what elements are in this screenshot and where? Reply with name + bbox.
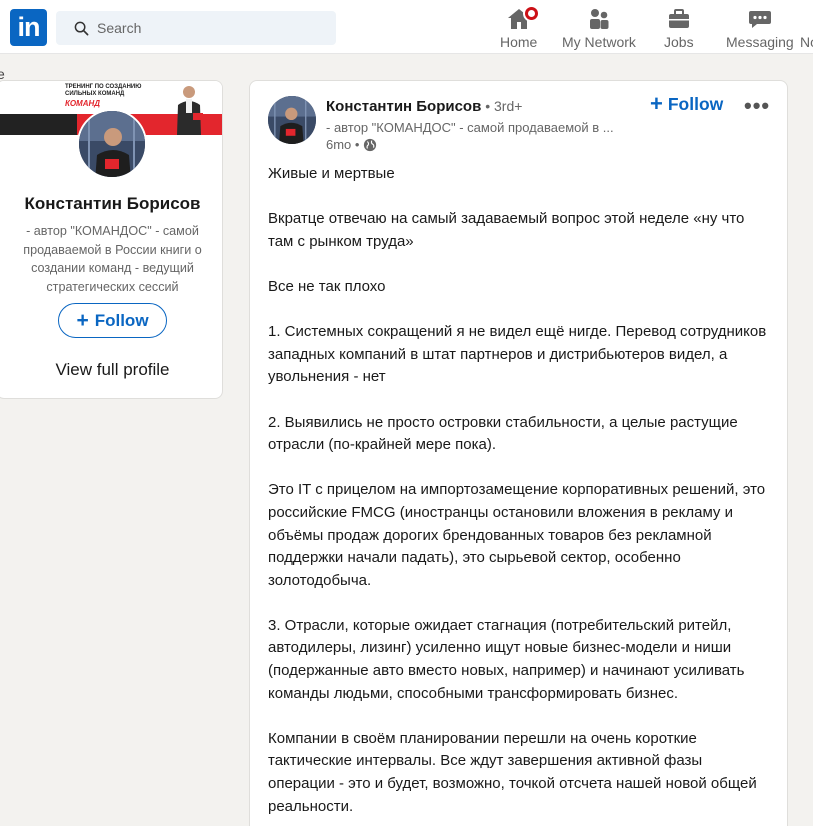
more-options-icon[interactable]: ••• xyxy=(744,93,770,119)
profile-follow-label: Follow xyxy=(94,310,149,330)
nav-my-network[interactable]: My Network xyxy=(562,6,636,52)
post-text: Живые и мертвые Вкратце отвечаю на самый… xyxy=(268,163,773,826)
briefcase-icon xyxy=(668,9,689,28)
post-author-avatar[interactable] xyxy=(268,96,316,144)
post-author-name[interactable]: Константин Борисов xyxy=(326,98,481,115)
feed-post: Константин Борисов • 3rd+ - автор "КОМАН… xyxy=(249,80,788,826)
post-paragraph: Компании в своём планировании перешли на… xyxy=(268,729,757,815)
post-follow-label: Follow xyxy=(667,93,724,114)
cover-person-image xyxy=(177,86,203,135)
post-paragraph: 1. Системных сокращений я не видел ещё н… xyxy=(268,323,767,386)
notification-badge xyxy=(522,5,540,22)
profile-avatar[interactable] xyxy=(77,109,147,179)
nav-jobs[interactable]: Jobs xyxy=(664,6,694,52)
nav-notifications-label: No xyxy=(800,34,813,50)
nav-messaging-label: Messaging xyxy=(726,34,794,50)
search-input[interactable] xyxy=(97,20,317,36)
chat-icon xyxy=(748,11,771,28)
search-icon xyxy=(74,21,89,35)
profile-follow-button[interactable]: + Follow xyxy=(58,303,167,338)
nav-messaging[interactable]: Messaging xyxy=(726,6,794,52)
post-paragraph: 2. Выявились не просто островки стабильн… xyxy=(268,413,738,454)
profile-card: ТРЕНИНГ ПО СОЗДАНИЮ СИЛЬНЫХ КОМАНД КОМАН… xyxy=(0,80,223,399)
plus-icon: + xyxy=(76,309,89,332)
globe-icon xyxy=(364,138,377,151)
nav-home-label: Home xyxy=(500,34,538,50)
post-author-line: Константин Борисов • 3rd+ xyxy=(326,98,522,115)
post-paragraph: Все не так плохо xyxy=(268,277,386,295)
plus-icon: + xyxy=(650,91,663,116)
post-author-headline: - автор "КОМАНДОС" - самой продаваемой в… xyxy=(326,120,614,135)
people-icon xyxy=(589,9,609,29)
post-paragraph: 3. Отрасли, которые ожидает стагнация (п… xyxy=(268,616,745,702)
cover-caption: ТРЕНИНГ ПО СОЗДАНИЮ СИЛЬНЫХ КОМАНД xyxy=(65,84,142,97)
nav-home[interactable]: Home xyxy=(500,5,540,52)
nav-notifications[interactable]: No xyxy=(800,6,813,52)
post-paragraph: Это IT с прицелом на импортозамещение ко… xyxy=(268,481,766,589)
connection-degree: • 3rd+ xyxy=(481,98,523,114)
nav-my-network-label: My Network xyxy=(562,34,636,50)
post-paragraph: Живые и мертвые xyxy=(268,165,395,182)
post-follow-button[interactable]: + Follow xyxy=(650,93,723,115)
profile-name[interactable]: Константин Борисов xyxy=(1,194,222,214)
cover-brand: КОМАНД xyxy=(65,99,101,108)
linkedin-logo[interactable]: in xyxy=(10,9,47,46)
profile-headline: - автор "КОМАНДОС" - самой продаваемой в… xyxy=(23,224,202,294)
nav-jobs-label: Jobs xyxy=(664,34,694,50)
search-bar[interactable] xyxy=(56,11,336,45)
post-timestamp: 6mo • xyxy=(326,137,360,152)
post-paragraph: Вкратце отвечаю на самый задаваемый вопр… xyxy=(268,210,745,250)
view-full-profile-link[interactable]: View full profile xyxy=(1,360,222,380)
top-navigation-bar: in Home My Network xyxy=(0,0,813,54)
post-meta: 6mo • xyxy=(326,137,377,152)
